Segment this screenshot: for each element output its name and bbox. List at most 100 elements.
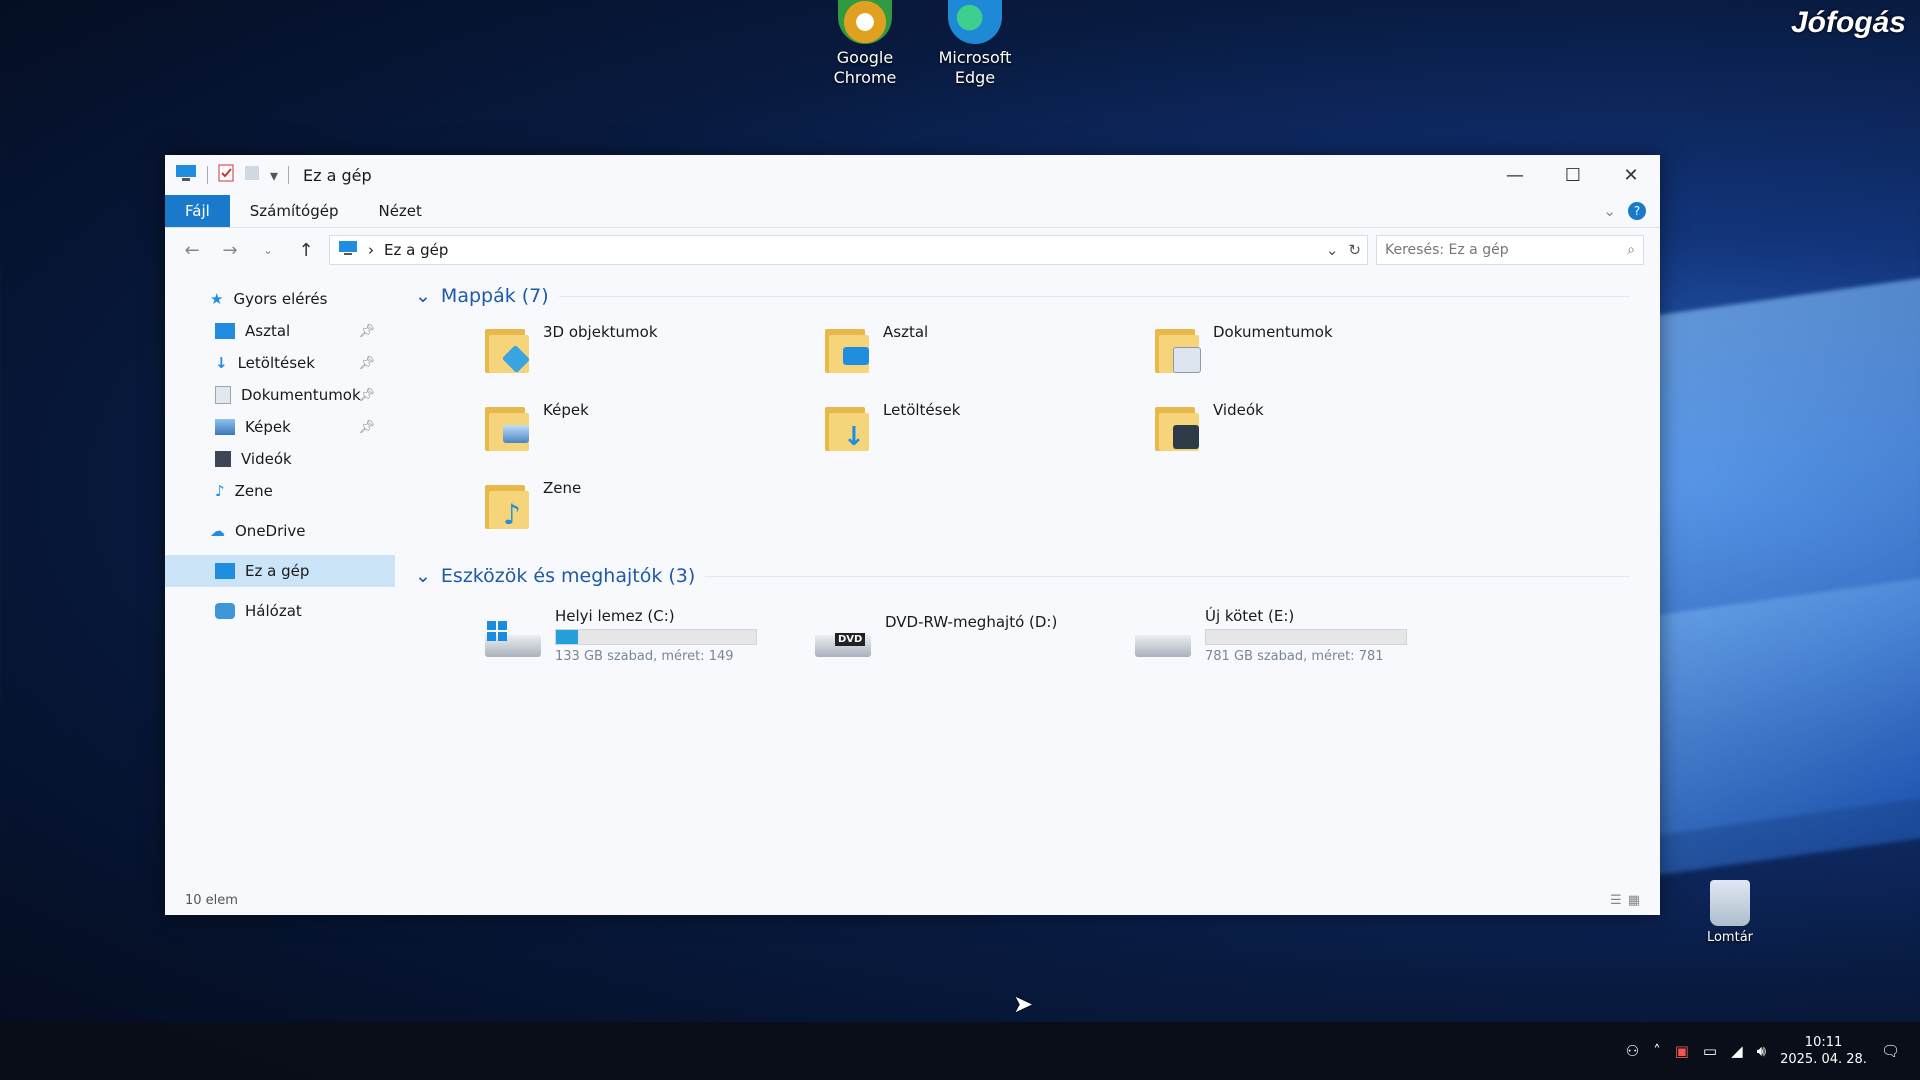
divider (288, 166, 290, 184)
refresh-icon[interactable]: ↻ (1348, 241, 1361, 259)
address-dropdown-icon[interactable]: ⌄ (1326, 241, 1339, 259)
folder-3d-objects[interactable]: 3D objektumok (485, 323, 825, 387)
details-view-icon[interactable]: ☰ (1610, 893, 1622, 908)
clock-time: 10:11 (1804, 1035, 1843, 1050)
maximize-button[interactable]: ☐ (1544, 155, 1602, 195)
folders-grid: 3D objektumok Asztal Dokumentumok Képek … (415, 323, 1660, 543)
sidebar-item-label: Hálózat (245, 602, 302, 620)
pin-icon[interactable]: 📌︎ (358, 420, 375, 435)
customize-toolbar-icon[interactable]: ▾ (270, 166, 278, 185)
drive-label: Új kötet (E:) (1205, 607, 1295, 625)
group-title: Mappák (7) (440, 285, 549, 307)
drive-d[interactable]: DVD DVD-RW-meghajtó (D:) (815, 607, 1135, 664)
music-icon: ♪ (215, 482, 225, 500)
dvd-drive-icon: DVD (815, 621, 871, 663)
recent-locations-icon[interactable]: ⌄ (253, 243, 283, 257)
address-bar[interactable]: › Ez a gép ⌄ ↻ (329, 235, 1368, 265)
folders-group-header[interactable]: ⌄ Mappák (7) (415, 279, 1660, 313)
desktop-icon-label: Lomtár (1706, 930, 1754, 945)
star-icon: ★ (210, 290, 224, 308)
folder-desktop[interactable]: Asztal (825, 323, 1155, 387)
desktop-icon (215, 323, 235, 339)
sidebar-item-label: OneDrive (235, 522, 306, 540)
quick-access-toolbar: ▾ (175, 164, 290, 186)
volume-icon[interactable]: 🔊︎ (1757, 1042, 1766, 1060)
disk-drive-icon (1135, 621, 1191, 663)
computer-icon[interactable] (175, 164, 197, 186)
folder-label: 3D objektumok (543, 323, 658, 341)
pictures-icon (215, 419, 235, 435)
folder-music[interactable]: ♪ Zene (485, 479, 825, 543)
chevron-down-icon: ⌄ (415, 565, 431, 587)
battery-icon[interactable]: ▭ (1703, 1042, 1717, 1060)
minimize-button[interactable]: — (1486, 155, 1544, 195)
folder-documents[interactable]: Dokumentumok (1155, 323, 1485, 387)
folder-label: Zene (543, 479, 582, 497)
back-button[interactable]: ← (177, 240, 207, 261)
up-button[interactable]: ↑ (291, 240, 321, 261)
sidebar-item-quick-access[interactable]: ★ Gyors elérés (165, 283, 395, 315)
taskbar: ⚇ ˄ ▣ ▭ ◢ 🔊︎ 10:11 2025. 04. 28. 🗨︎ (0, 1022, 1920, 1080)
people-icon[interactable]: ⚇ (1626, 1042, 1639, 1060)
pin-icon[interactable]: 📌︎ (358, 324, 375, 339)
folder-pictures[interactable]: Képek (485, 401, 825, 465)
drive-c[interactable]: Helyi lemez (C:) 133 GB szabad, méret: 1… (485, 607, 815, 664)
folder-label: Letöltések (883, 401, 961, 419)
desktop-icon-chrome[interactable]: Google Chrome (810, 0, 920, 88)
drive-label: Helyi lemez (C:) (555, 607, 675, 625)
mouse-cursor-icon: ➤ (1013, 990, 1034, 1018)
chrome-icon (838, 0, 892, 44)
search-input[interactable]: Keresés: Ez a gép ⌕ (1376, 235, 1644, 265)
sidebar-item-music[interactable]: ♪ Zene (165, 475, 395, 507)
desktop-icon-label: Google Chrome (833, 48, 897, 87)
sidebar-item-desktop[interactable]: Asztal 📌︎ (165, 315, 395, 347)
expand-ribbon-icon[interactable]: ⌄ (1603, 202, 1616, 220)
pictures-folder-icon (485, 401, 529, 453)
ribbon-tabs: Fájl Számítógép Nézet ⌄ ? (165, 195, 1660, 228)
close-button[interactable]: ✕ (1602, 155, 1660, 195)
pin-icon[interactable]: 📌︎ (358, 388, 375, 403)
drive-space-text: 781 GB szabad, méret: 781 (1205, 649, 1384, 664)
security-icon[interactable]: ▣ (1675, 1042, 1689, 1060)
tab-view[interactable]: Nézet (358, 195, 441, 227)
notifications-icon[interactable]: 🗨︎ (1881, 1042, 1900, 1060)
sidebar-item-videos[interactable]: Videók (165, 443, 395, 475)
sidebar-item-label: Letöltések (237, 354, 315, 372)
sidebar-item-this-pc[interactable]: Ez a gép (165, 555, 395, 587)
documents-folder-icon (1155, 323, 1201, 375)
desktop-icon-recycle-bin[interactable]: Lomtár (1690, 880, 1770, 945)
edge-icon (948, 0, 1002, 44)
pin-icon[interactable]: 📌︎ (358, 356, 375, 371)
sidebar-item-downloads[interactable]: ↓ Letöltések 📌︎ (165, 347, 395, 379)
computer-icon (215, 563, 235, 579)
title-bar: ▾ Ez a gép — ☐ ✕ (165, 155, 1660, 195)
tab-computer[interactable]: Számítógép (230, 195, 359, 227)
folder-downloads[interactable]: ↓ Letöltések (825, 401, 1155, 465)
sidebar-item-onedrive[interactable]: ☁ OneDrive (165, 515, 395, 547)
recycle-bin-icon (1710, 880, 1750, 926)
new-folder-icon[interactable] (244, 164, 260, 186)
properties-icon[interactable] (218, 164, 234, 186)
content-pane: ⌄ Mappák (7) 3D objektumok Asztal Dokume… (395, 273, 1660, 885)
folder-videos[interactable]: Videók (1155, 401, 1485, 465)
tab-file[interactable]: Fájl (165, 195, 230, 227)
network-icon[interactable]: ◢ (1731, 1042, 1743, 1060)
large-icons-view-icon[interactable]: ▦ (1628, 893, 1640, 908)
drive-usage-bar (555, 629, 757, 645)
sidebar-item-pictures[interactable]: Képek 📌︎ (165, 411, 395, 443)
drive-e[interactable]: Új kötet (E:) 781 GB szabad, méret: 781 (1135, 607, 1465, 664)
document-icon (215, 386, 231, 404)
network-icon (215, 603, 235, 619)
folder-label: Dokumentumok (1213, 323, 1333, 341)
sidebar-item-network[interactable]: Hálózat (165, 595, 395, 627)
sidebar-item-documents[interactable]: Dokumentumok 📌︎ (165, 379, 395, 411)
window-title: Ez a gép (303, 165, 372, 185)
chevron-up-icon[interactable]: ˄ (1653, 1042, 1661, 1060)
drives-group-header[interactable]: ⌄ Eszközök és meghajtók (3) (415, 559, 1660, 593)
help-icon[interactable]: ? (1628, 202, 1646, 220)
desktop-icon-edge[interactable]: Microsoft Edge (920, 0, 1030, 88)
forward-button[interactable]: → (215, 240, 245, 261)
clock[interactable]: 10:11 2025. 04. 28. (1780, 1034, 1867, 1068)
breadcrumb[interactable]: Ez a gép (384, 241, 448, 259)
chevron-down-icon: ⌄ (415, 285, 431, 307)
